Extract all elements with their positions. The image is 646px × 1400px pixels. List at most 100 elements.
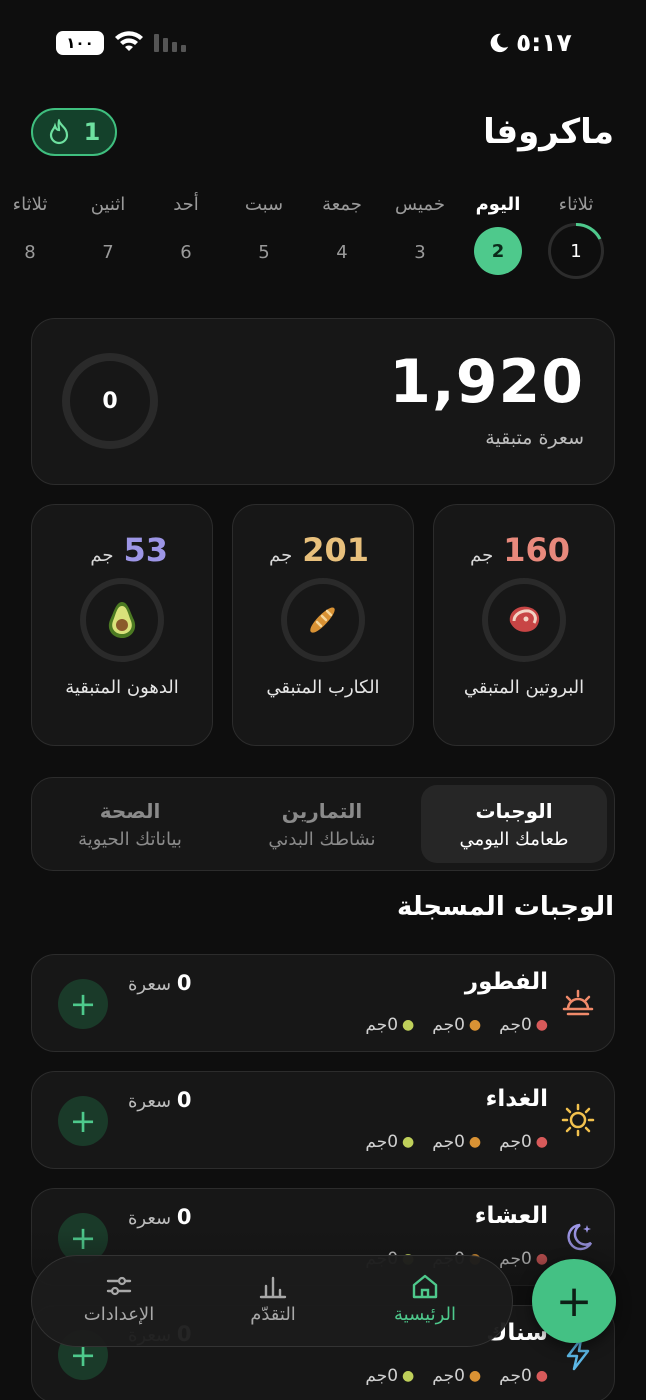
meal-carb-amount: 0جم (432, 1366, 465, 1386)
meal-calories: 0 سعرة (128, 971, 192, 995)
avocado-icon (108, 602, 136, 638)
meal-macros: ●0جم ●0جم ●0جم (365, 1015, 548, 1035)
chart-icon (259, 1276, 287, 1299)
calories-card[interactable]: 1,920 سعرة متبقية 0 (31, 318, 615, 485)
nav-label: الرئيسية (394, 1304, 456, 1325)
app-screen: ١٠٠ ٥:١٧ ماكروفا 1 ثلاثاء 1 اليوم 2 خميس… (0, 0, 646, 1400)
fat-ring (80, 578, 164, 662)
nav-home[interactable]: الرئيسية (360, 1268, 490, 1325)
day-name: سبت (244, 194, 284, 215)
sun-icon (561, 1103, 595, 1137)
add-lunch-button[interactable]: + (58, 1096, 108, 1146)
meal-fat-amount: 0جم (365, 1015, 399, 1035)
meal-name: الغداء (485, 1086, 548, 1112)
protein-value: 160 (503, 531, 570, 569)
day-item[interactable]: ثلاثاء 1 (541, 194, 611, 279)
carb-card[interactable]: 201 جم الكارب المتبقي (232, 504, 414, 746)
day-number: 8 (24, 242, 36, 263)
calories-remaining: 1,920 (389, 347, 584, 417)
add-fab-button[interactable]: + (532, 1259, 616, 1343)
tab-meals[interactable]: الوجبات طعامك اليومي (421, 785, 607, 863)
day-number: 4 (336, 242, 348, 263)
app-title: ماكروفا (483, 112, 614, 152)
day-item[interactable]: ثلاثاء 8 (0, 194, 65, 263)
day-ring-progress (575, 223, 602, 240)
carb-ring (281, 578, 365, 662)
day-item[interactable]: اثنين 7 (73, 194, 143, 263)
home-icon (412, 1274, 438, 1299)
protein-card[interactable]: 160 جم البروتين المتبقي (433, 504, 615, 746)
meal-calories-unit: سعرة (128, 1091, 172, 1112)
sliders-icon (106, 1276, 132, 1296)
calories-ring: 0 (62, 353, 158, 449)
plus-icon: + (555, 1275, 593, 1327)
carb-unit: جم (269, 545, 293, 566)
nav-settings[interactable]: الإعدادات (54, 1268, 184, 1325)
bread-icon: ● (468, 1134, 482, 1150)
meal-protein-amount: 0جم (499, 1132, 532, 1152)
steak-icon (509, 606, 540, 632)
streak-count: 1 (83, 118, 101, 146)
day-item[interactable]: سبت 5 (229, 194, 299, 263)
battery-level: ١٠٠ (66, 34, 94, 52)
meal-card-breakfast[interactable]: الفطور ● 0جم ● 0جم ● 0جم 0 سعرة + (31, 954, 615, 1052)
tab-subtitle: بياناتك الحيوية (78, 829, 182, 850)
fat-unit: جم (90, 545, 114, 566)
carb-value: 201 (302, 531, 369, 569)
day-name: جمعة (322, 194, 362, 215)
meal-carb: ●0جم (432, 1132, 481, 1152)
fat-label: الدهون المتبقية (65, 677, 179, 698)
meal-carb: ●0جم (432, 1015, 481, 1035)
bread-icon: ● (468, 1017, 482, 1033)
meal-calories-unit: سعرة (128, 974, 172, 995)
add-breakfast-button[interactable]: + (58, 979, 108, 1029)
day-number: 7 (102, 242, 114, 263)
meal-protein: ●0جم (499, 1132, 548, 1152)
tab-subtitle: طعامك اليومي (459, 829, 569, 850)
meal-fat: ●0جم (365, 1132, 414, 1152)
streak-badge[interactable]: 1 (31, 108, 117, 156)
bottom-nav: الرئيسية التقدّم الإعدادات (31, 1255, 513, 1347)
meal-name: العشاء (474, 1203, 548, 1229)
signal-icon (154, 34, 186, 52)
status-time: ٥:١٧ (488, 28, 572, 57)
meal-carb: ●0جم (432, 1366, 481, 1386)
day-name: خميس (395, 194, 445, 215)
day-item[interactable]: جمعة 4 (307, 194, 377, 263)
meal-card-lunch[interactable]: الغداء ● 0جم ● 0جم ● 0جم 0 سعرة + (31, 1071, 615, 1169)
steak-icon: ● (535, 1017, 548, 1033)
tab-health[interactable]: الصحة بياناتك الحيوية (37, 785, 223, 863)
meal-calories-value: 0 (176, 1205, 192, 1229)
tab-title: الوجبات (475, 799, 553, 823)
meal-name: الفطور (464, 969, 548, 995)
meal-fat: ●0جم (365, 1366, 414, 1386)
day-item[interactable]: أحد 6 (151, 194, 221, 263)
day-number: 5 (258, 242, 270, 263)
meal-calories-unit: سعرة (128, 1208, 172, 1229)
meal-protein: ●0جم (499, 1015, 548, 1035)
nav-progress[interactable]: التقدّم (208, 1268, 338, 1325)
tab-title: التمارين (281, 799, 363, 823)
day-number: 3 (414, 242, 426, 263)
meal-carb-amount: 0جم (432, 1015, 465, 1035)
protein-ring (482, 578, 566, 662)
meal-macros: ●0جم ●0جم ●0جم (365, 1132, 548, 1152)
fat-value: 53 (123, 531, 168, 569)
meal-calories: 0 سعرة (128, 1088, 192, 1112)
day-item[interactable]: خميس 3 (385, 194, 455, 263)
avocado-icon: ● (402, 1017, 415, 1033)
steak-icon: ● (535, 1368, 548, 1384)
tab-subtitle: نشاطك البدني (268, 829, 376, 850)
fat-card[interactable]: 53 جم الدهون المتبقية (31, 504, 213, 746)
tab-title: الصحة (99, 799, 161, 823)
tab-exercise[interactable]: التمارين نشاطك البدني (229, 785, 415, 863)
tab-bar: الوجبات طعامك اليومي التمارين نشاطك البد… (31, 777, 615, 871)
meal-calories-value: 0 (176, 971, 192, 995)
day-item-today[interactable]: اليوم 2 (463, 194, 533, 275)
carb-label: الكارب المتبقي (266, 677, 380, 698)
meal-calories: 0 سعرة (128, 1205, 192, 1229)
protein-unit: جم (470, 545, 494, 566)
day-name: اليوم (475, 194, 521, 215)
meal-calories-value: 0 (176, 1088, 192, 1112)
meal-macros: ●0جم ●0جم ●0جم (365, 1366, 548, 1386)
